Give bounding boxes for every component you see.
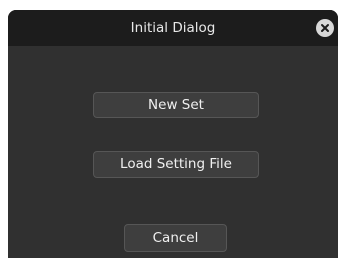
- close-button[interactable]: [316, 19, 334, 37]
- load-setting-file-button[interactable]: Load Setting File: [93, 151, 259, 178]
- cancel-button[interactable]: Cancel: [124, 224, 227, 252]
- new-set-button[interactable]: New Set: [93, 92, 259, 118]
- initial-dialog-window: Initial Dialog New Set Load Setting File…: [8, 10, 338, 258]
- close-icon: [320, 23, 330, 33]
- dialog-title: Initial Dialog: [130, 20, 216, 36]
- title-bar[interactable]: Initial Dialog: [8, 10, 338, 46]
